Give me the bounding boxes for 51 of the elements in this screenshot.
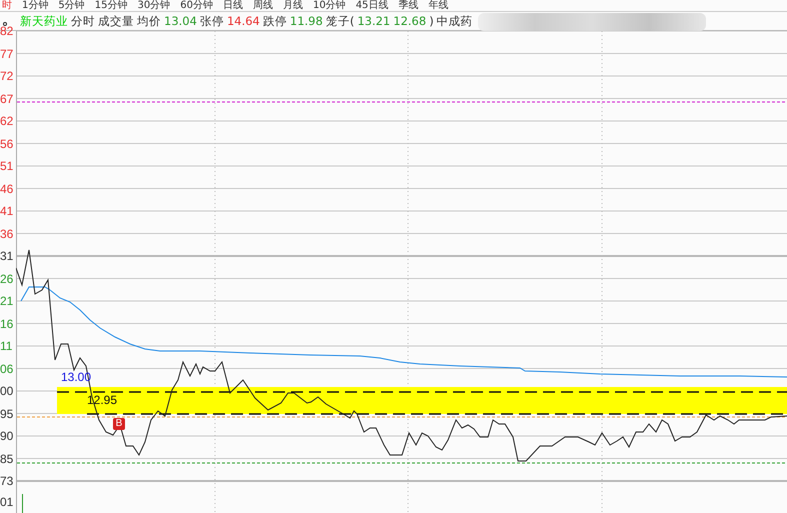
- period-tab[interactable]: 60分钟: [180, 0, 213, 11]
- header-text: 分时: [71, 14, 95, 28]
- axis-label: 82: [0, 24, 14, 38]
- axis-label: 21: [0, 294, 14, 308]
- axis-label: 11: [0, 339, 12, 353]
- axis-label: 95: [0, 406, 14, 420]
- header-text: 跌停: [262, 14, 287, 28]
- stock-name: 新天药业: [20, 14, 68, 28]
- period-tab[interactable]: 年线: [428, 0, 448, 11]
- header-text: 14.64: [226, 14, 260, 28]
- period-tab[interactable]: 45日线: [356, 0, 388, 11]
- header-text: 笼子(: [326, 14, 354, 28]
- period-tab[interactable]: 日线: [222, 0, 243, 11]
- axis-label: 77: [0, 46, 14, 60]
- axis-label: 00: [0, 384, 14, 398]
- header-text: ): [429, 14, 434, 28]
- axis-label: 36: [0, 226, 14, 240]
- axis-label: 56: [0, 136, 14, 150]
- axis-label: 90: [0, 429, 14, 443]
- header-text: 张停: [200, 14, 224, 28]
- header-text: 均价: [137, 14, 161, 28]
- period-tab[interactable]: 周线: [252, 0, 273, 11]
- axis-label: 06: [0, 362, 14, 376]
- period-tab[interactable]: 10分钟: [312, 0, 346, 11]
- period-tab[interactable]: 季线: [398, 0, 418, 11]
- period-tab[interactable]: 5分钟: [58, 0, 85, 11]
- period-tab[interactable]: 1分钟: [22, 0, 48, 11]
- axis-label: 85: [0, 452, 14, 466]
- header-text: 13.04: [164, 14, 197, 28]
- header-text: 中成药: [436, 14, 473, 28]
- header-text: 12.68: [393, 14, 426, 28]
- axis-label: 62: [0, 114, 14, 128]
- dot-icon: [3, 22, 7, 26]
- axis-label: 51: [0, 159, 14, 173]
- axis-label: 72: [0, 69, 14, 83]
- header-text: 11.98: [290, 14, 323, 28]
- header-text: 13.21: [357, 14, 390, 28]
- axis-label: 01: [0, 495, 14, 509]
- period-tab[interactable]: 月线: [282, 0, 303, 11]
- axis-label: 46: [0, 182, 14, 196]
- buy-marker: B: [113, 418, 125, 430]
- period-tab[interactable]: 30分钟: [137, 0, 170, 11]
- axis-label: 73: [0, 474, 14, 488]
- period-tab[interactable]: 15分钟: [94, 0, 128, 11]
- header-text: 成交量: [98, 14, 134, 28]
- axis-label: 26: [0, 272, 14, 286]
- axis-label: 41: [0, 204, 14, 218]
- period-tab[interactable]: 时: [2, 0, 12, 11]
- axis-label: 67: [0, 92, 14, 106]
- axis-label: 31: [0, 249, 14, 263]
- axis-label: 16: [0, 316, 14, 330]
